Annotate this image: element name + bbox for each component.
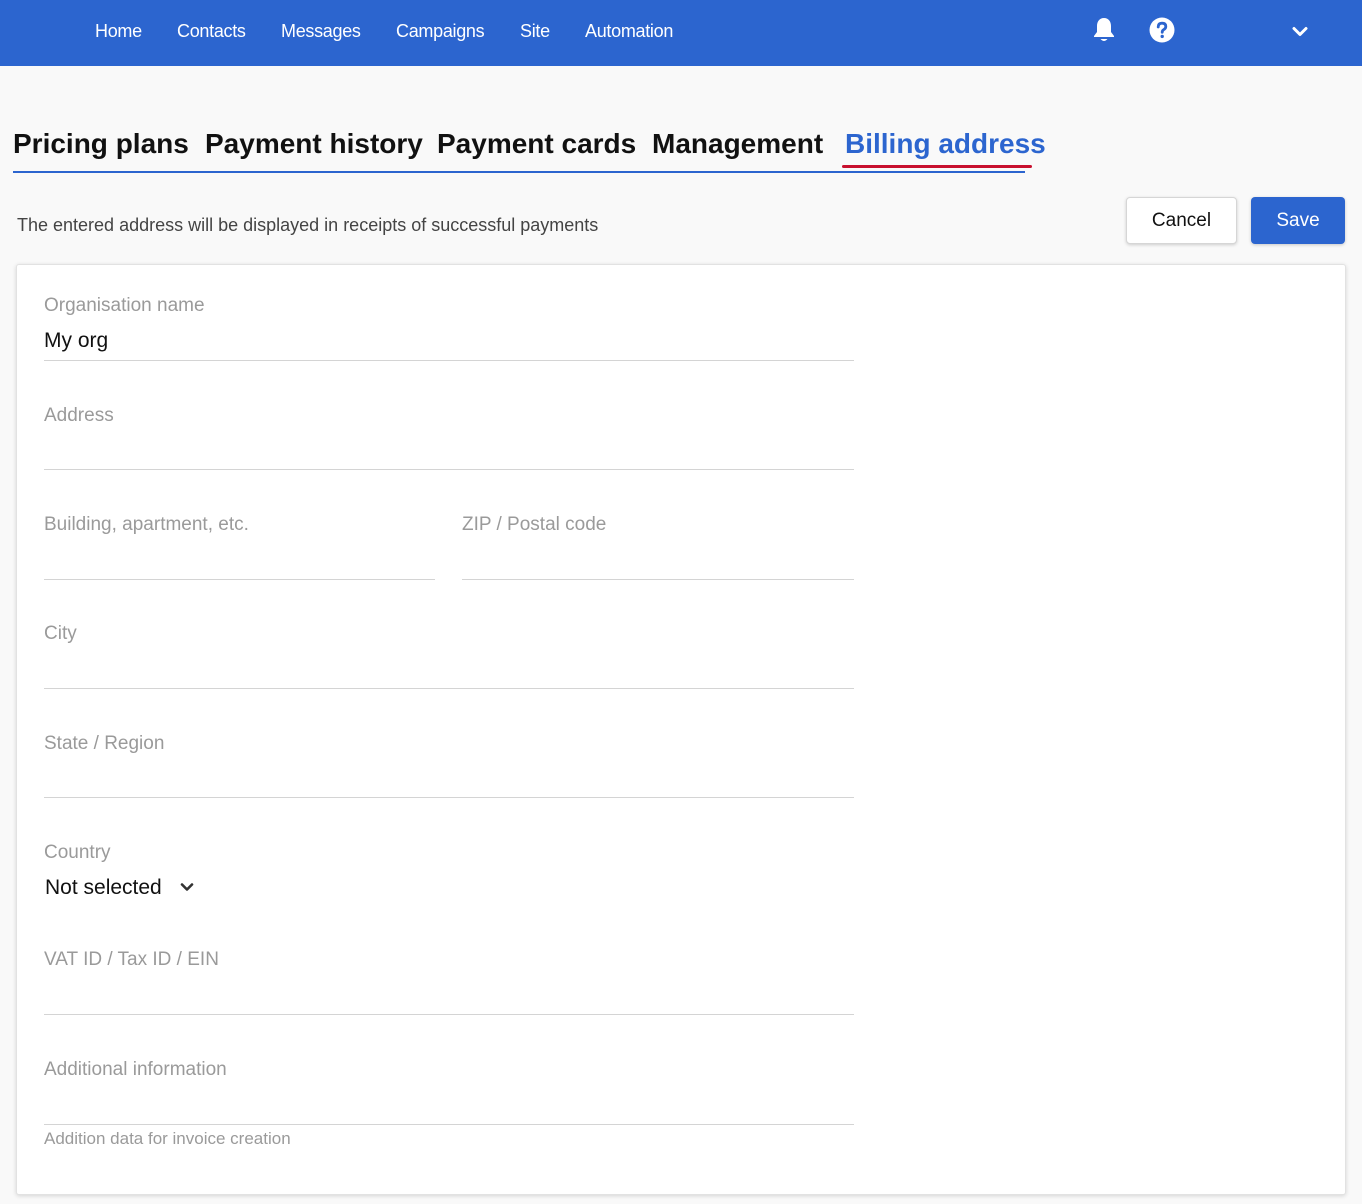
top-navigation-bar: Home Contacts Messages Campaigns Site Au… <box>0 0 1362 66</box>
building-label: Building, apartment, etc. <box>44 514 249 535</box>
nav-item-campaigns[interactable]: Campaigns <box>396 20 485 42</box>
vat-id-field[interactable]: VAT ID / Tax ID / EIN <box>44 948 854 1015</box>
billing-address-hint: The entered address will be displayed in… <box>17 215 599 235</box>
organisation-name-value[interactable]: My org <box>44 328 108 354</box>
city-field[interactable]: City <box>44 622 854 689</box>
vat-id-underline <box>44 1014 854 1015</box>
tab-payment-cards[interactable]: Payment cards <box>437 126 636 162</box>
nav-item-contacts[interactable]: Contacts <box>177 20 246 42</box>
country-label: Country <box>44 842 111 863</box>
tab-payment-history[interactable]: Payment history <box>205 126 423 162</box>
chevron-down-icon[interactable] <box>1292 25 1308 43</box>
additional-information-underline <box>44 1124 854 1125</box>
organisation-name-field[interactable]: Organisation name My org <box>44 294 854 361</box>
address-field[interactable]: Address <box>44 404 854 470</box>
help-icon[interactable] <box>1149 17 1175 48</box>
additional-information-field[interactable]: Additional information <box>44 1058 854 1125</box>
nav-item-automation[interactable]: Automation <box>585 20 673 42</box>
bell-icon[interactable] <box>1092 16 1116 49</box>
country-select[interactable]: Not selected <box>45 874 194 902</box>
zip-label: ZIP / Postal code <box>462 514 607 535</box>
country-selected-value: Not selected <box>45 876 162 899</box>
address-label: Address <box>44 405 114 426</box>
organisation-name-underline <box>44 360 854 361</box>
building-underline <box>44 579 435 580</box>
city-label: City <box>44 623 77 644</box>
state-field[interactable]: State / Region <box>44 732 854 798</box>
nav-item-messages[interactable]: Messages <box>281 20 361 42</box>
save-button[interactable]: Save <box>1251 197 1345 244</box>
chevron-down-icon <box>180 879 194 897</box>
tab-pricing-plans[interactable]: Pricing plans <box>13 126 189 162</box>
zip-underline <box>462 579 854 580</box>
city-underline <box>44 688 854 689</box>
zip-field[interactable]: ZIP / Postal code <box>462 513 854 580</box>
state-underline <box>44 797 854 798</box>
state-label: State / Region <box>44 733 165 754</box>
cancel-button[interactable]: Cancel <box>1126 197 1237 244</box>
nav-item-site[interactable]: Site <box>520 20 550 42</box>
vat-id-label: VAT ID / Tax ID / EIN <box>44 949 219 970</box>
additional-information-helper: Addition data for invoice creation <box>44 1129 291 1148</box>
building-field[interactable]: Building, apartment, etc. <box>44 513 435 580</box>
tab-billing-address[interactable]: Billing address <box>845 126 1046 162</box>
active-tab-indicator <box>842 165 1032 168</box>
nav-item-home[interactable]: Home <box>95 20 142 42</box>
account-tabs: Pricing plans Payment history Payment ca… <box>13 126 1046 174</box>
organisation-name-label: Organisation name <box>44 295 205 316</box>
address-underline <box>44 469 854 470</box>
additional-information-label: Additional information <box>44 1059 227 1080</box>
tab-management[interactable]: Management <box>652 126 823 162</box>
